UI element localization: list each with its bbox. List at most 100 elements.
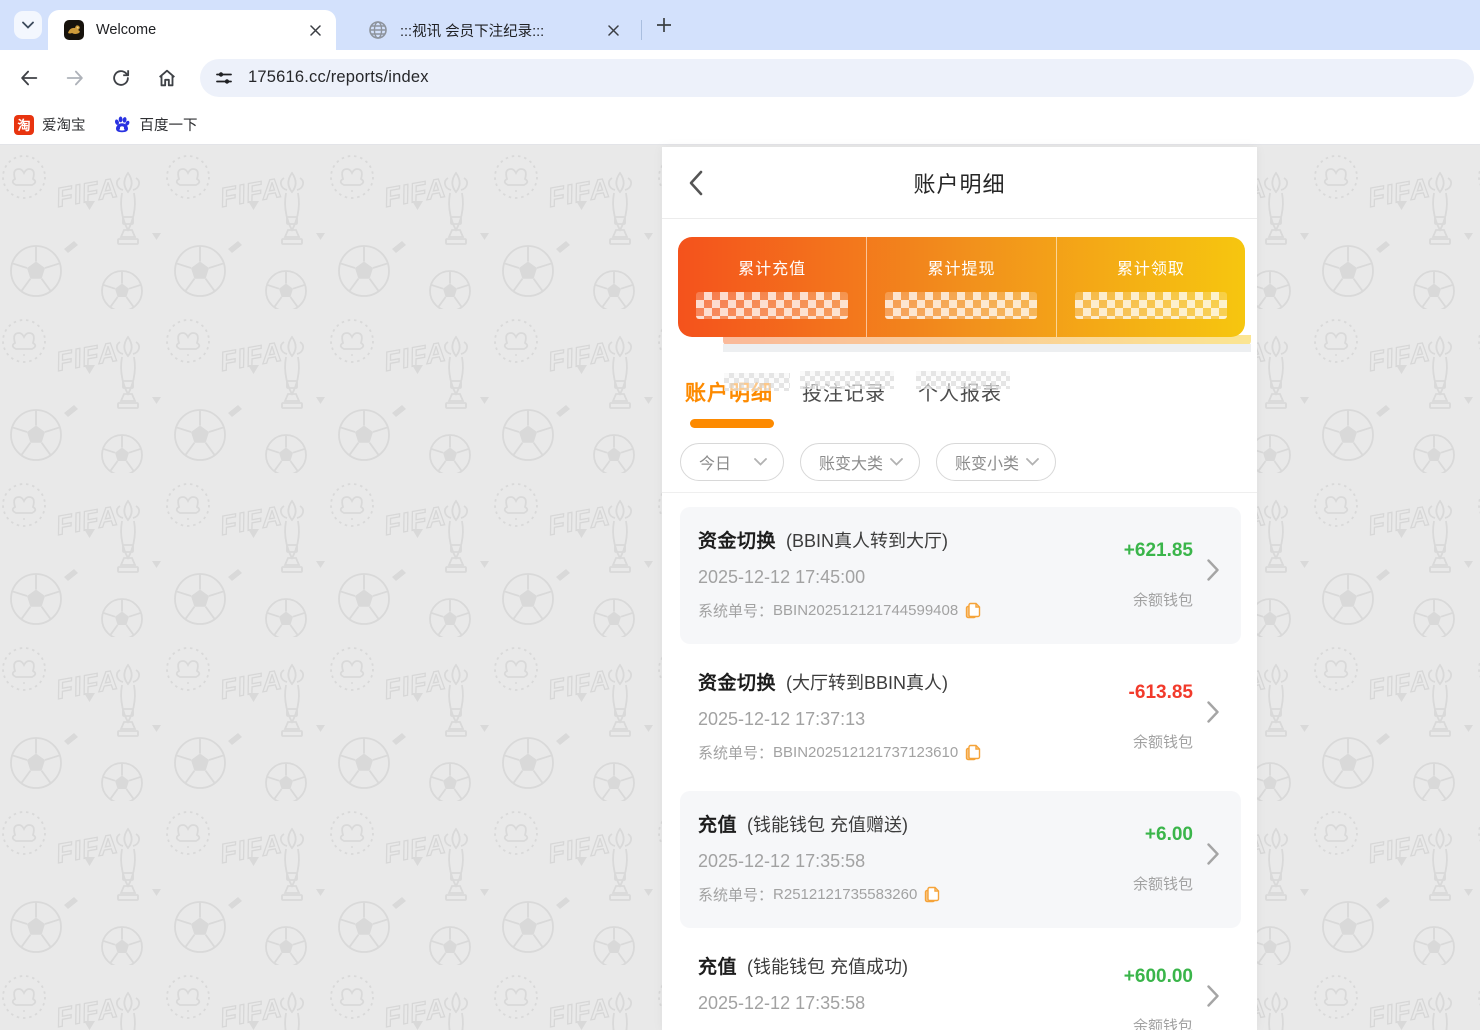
txn-subtype: (钱能钱包 充值成功) [747, 953, 908, 979]
summary-label: 累计提现 [867, 255, 1055, 279]
filter-label: 账变小类 [955, 450, 1019, 474]
transaction-item[interactable]: 资金切换 (大厅转到BBIN真人) 2025-12-12 17:37:13 系统… [680, 649, 1241, 786]
site-settings-icon [214, 68, 234, 88]
summary-total-withdraw: 累计提现 [866, 237, 1055, 337]
wallet-label: 余额钱包 [1133, 589, 1193, 610]
tab-title: :::视讯 会员下注纪录::: [400, 20, 604, 41]
chevron-down-icon [22, 21, 34, 29]
taobao-icon: 淘 [14, 115, 34, 135]
reload-icon [110, 67, 132, 89]
chevron-right-icon [1207, 985, 1219, 1007]
forward-button[interactable] [62, 65, 88, 91]
browser-tab-records[interactable]: :::视讯 会员下注纪录::: [352, 10, 634, 50]
summary-card-shadow [723, 344, 1251, 352]
globe-icon [368, 20, 388, 40]
txn-type: 充值 [698, 952, 737, 979]
summary-card: 累计充值 累计提现 累计领取 [678, 237, 1245, 337]
txn-type: 充值 [698, 810, 737, 837]
tab-close-button[interactable] [604, 21, 622, 39]
wallet-label: 余额钱包 [1133, 731, 1193, 752]
copy-icon[interactable] [965, 602, 981, 619]
bookmark-label: 爱淘宝 [42, 114, 86, 135]
txn-amount: +600.00 [1124, 966, 1193, 988]
txn-subtype: (钱能钱包 充值赠送) [747, 811, 908, 837]
summary-total-claimed: 累计领取 [1056, 237, 1245, 337]
txn-time: 2025-12-12 17:35:58 [698, 851, 1225, 872]
home-icon [156, 67, 178, 89]
arrow-left-icon [18, 67, 40, 89]
summary-total-deposit: 累计充值 [678, 237, 866, 337]
page-back-button[interactable] [688, 167, 718, 199]
chevron-down-icon [890, 458, 903, 466]
web-content: FIFA [0, 145, 1480, 1030]
chevron-right-icon [1207, 559, 1219, 581]
bookmark-label: 百度一下 [140, 114, 198, 135]
filter-date-dropdown[interactable]: 今日 [680, 443, 784, 481]
txn-subtype: (BBIN真人转到大厅) [786, 527, 948, 553]
order-number: R2512121735583260 [773, 886, 917, 903]
order-label: 系统单号： [698, 600, 773, 621]
blur-overlay [916, 371, 1010, 389]
back-button[interactable] [16, 65, 42, 91]
close-icon [608, 25, 619, 36]
chevron-down-icon [1026, 458, 1039, 466]
copy-icon[interactable] [924, 886, 940, 903]
new-tab-button[interactable] [652, 13, 676, 37]
tab-search-button[interactable] [14, 11, 42, 39]
bookmark-baidu[interactable]: 百度一下 [112, 114, 198, 135]
wallet-label: 余额钱包 [1133, 1015, 1193, 1030]
close-icon [310, 25, 321, 36]
blur-overlay [800, 371, 894, 389]
active-tab-underline [690, 419, 774, 428]
page-header: 账户明细 [662, 147, 1257, 219]
txn-time: 2025-12-12 17:35:58 [698, 993, 1225, 1014]
blurred-value [885, 292, 1037, 319]
filter-major-category-dropdown[interactable]: 账变大类 [800, 443, 920, 481]
bookmarks-bar: 淘 爱淘宝 百度一下 [0, 105, 1480, 145]
bookmark-taobao[interactable]: 淘 爱淘宝 [14, 114, 86, 135]
browser-toolbar: 175616.cc/reports/index [0, 50, 1480, 105]
tab-close-button[interactable] [306, 21, 324, 39]
txn-amount: +6.00 [1145, 824, 1193, 846]
divider [662, 492, 1257, 493]
transaction-item[interactable]: 充值 (钱能钱包 充值成功) 2025-12-12 17:35:58 +600.… [680, 933, 1241, 1030]
chevron-down-icon [754, 458, 767, 466]
chevron-right-icon [1207, 701, 1219, 723]
txn-time: 2025-12-12 17:37:13 [698, 709, 1225, 730]
tab-title: Welcome [96, 22, 306, 38]
chevron-right-icon [1207, 843, 1219, 865]
transaction-item[interactable]: 资金切换 (BBIN真人转到大厅) 2025-12-12 17:45:00 系统… [680, 507, 1241, 644]
order-number: BBIN202512121737123610 [773, 744, 958, 761]
chevron-left-icon [688, 170, 703, 196]
blurred-value [1075, 292, 1227, 319]
url-text: 175616.cc/reports/index [248, 68, 429, 87]
summary-label: 累计领取 [1057, 255, 1245, 279]
filter-label: 今日 [699, 450, 731, 474]
order-number: BBIN202512121744599408 [773, 602, 958, 619]
transaction-list: 资金切换 (BBIN真人转到大厅) 2025-12-12 17:45:00 系统… [680, 507, 1241, 1030]
report-tabs: 账户明细 投注记录 个人报表 [662, 365, 1257, 433]
transaction-item[interactable]: 充值 (钱能钱包 充值赠送) 2025-12-12 17:35:58 系统单号：… [680, 791, 1241, 928]
blur-overlay [724, 373, 790, 391]
account-detail-panel: 账户明细 累计充值 累计提现 累计领取 账户明细 投注记录 个人报表 [662, 147, 1257, 1030]
filter-minor-category-dropdown[interactable]: 账变小类 [936, 443, 1056, 481]
arrow-right-icon [64, 67, 86, 89]
txn-amount: -613.85 [1129, 682, 1193, 704]
txn-time: 2025-12-12 17:45:00 [698, 567, 1225, 588]
browser-tab-strip: Welcome :::视讯 会员下注纪录::: [0, 0, 1480, 50]
txn-amount: +621.85 [1124, 540, 1193, 562]
filter-row: 今日 账变大类 账变小类 [662, 443, 1257, 493]
filter-label: 账变大类 [819, 450, 883, 474]
address-bar[interactable]: 175616.cc/reports/index [200, 59, 1474, 97]
tab-divider [641, 20, 642, 40]
reload-button[interactable] [108, 65, 134, 91]
txn-subtype: (大厅转到BBIN真人) [786, 669, 948, 695]
order-label: 系统单号： [698, 884, 773, 905]
wallet-label: 余额钱包 [1133, 873, 1193, 894]
copy-icon[interactable] [965, 744, 981, 761]
home-button[interactable] [154, 65, 180, 91]
order-label: 系统单号： [698, 742, 773, 763]
plus-icon [657, 18, 671, 32]
summary-label: 累计充值 [678, 255, 866, 279]
browser-tab-welcome[interactable]: Welcome [48, 10, 336, 50]
